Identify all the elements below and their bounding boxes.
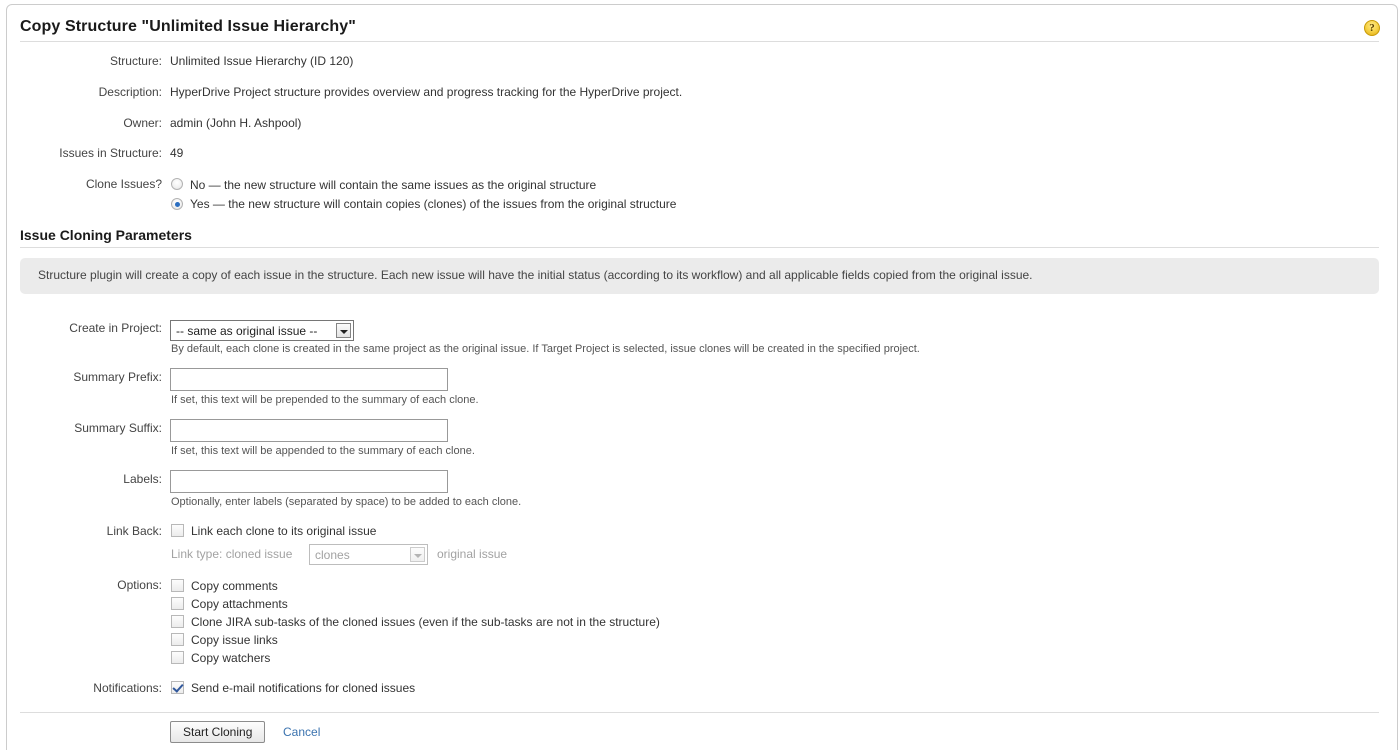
- option-copy-attachments-label: Copy attachments: [191, 597, 288, 611]
- radio-clone-yes[interactable]: [171, 198, 183, 210]
- section-title-cloning-parameters: Issue Cloning Parameters: [20, 227, 192, 243]
- link-type-prefix-label: Link type: cloned issue: [171, 547, 293, 561]
- footer-divider: [20, 712, 1379, 713]
- page-title: Copy Structure "Unlimited Issue Hierarch…: [20, 18, 356, 35]
- summary-prefix-hint: If set, this text will be prepended to t…: [171, 394, 479, 406]
- option-copy-comments-label: Copy comments: [191, 579, 278, 593]
- owner-value: admin (John H. Ashpool): [170, 116, 302, 130]
- section-divider: [20, 247, 1379, 248]
- title-divider: [20, 41, 1379, 42]
- option-copy-watchers-label: Copy watchers: [191, 651, 271, 665]
- structure-label: Structure:: [109, 54, 162, 68]
- option-clone-subtasks-checkbox[interactable]: [171, 615, 184, 628]
- page-content: Copy Structure "Unlimited Issue Hierarch…: [0, 0, 1399, 750]
- clone-issues-label: Clone Issues?: [85, 177, 162, 191]
- create-in-project-select-value: -- same as original issue --: [176, 323, 318, 338]
- radio-clone-yes-label: Yes — the new structure will contain cop…: [190, 197, 677, 211]
- owner-label: Owner:: [123, 116, 162, 130]
- cancel-link[interactable]: Cancel: [283, 725, 320, 739]
- link-type-suffix-label: original issue: [437, 547, 508, 561]
- create-in-project-select[interactable]: -- same as original issue --: [170, 320, 354, 341]
- options-label: Options:: [117, 578, 162, 592]
- summary-prefix-input[interactable]: [170, 368, 448, 391]
- chevron-down-icon: [336, 323, 351, 338]
- description-label: Description:: [98, 85, 162, 99]
- radio-clone-no[interactable]: [171, 178, 183, 190]
- copy-structure-page: Copy Structure "Unlimited Issue Hierarch…: [0, 0, 1399, 750]
- issues-in-structure-label: Issues in Structure:: [59, 146, 162, 160]
- summary-prefix-label: Summary Prefix:: [73, 370, 162, 384]
- option-copy-issue-links-label: Copy issue links: [191, 633, 278, 647]
- notifications-label: Notifications:: [93, 681, 162, 695]
- summary-suffix-hint: If set, this text will be appended to th…: [171, 445, 475, 457]
- labels-hint: Optionally, enter labels (separated by s…: [171, 496, 522, 508]
- issues-in-structure-value: 49: [170, 146, 184, 160]
- link-back-checkbox[interactable]: [171, 524, 184, 537]
- radio-clone-no-label: No — the new structure will contain the …: [190, 178, 597, 192]
- link-type-select-value: clones: [315, 547, 350, 562]
- help-icon-glyph: ?: [1369, 22, 1375, 34]
- info-banner-text: Structure plugin will create a copy of e…: [38, 268, 1033, 282]
- summary-suffix-input[interactable]: [170, 419, 448, 442]
- link-back-checkbox-label: Link each clone to its original issue: [191, 524, 377, 538]
- labels-label: Labels:: [123, 472, 162, 486]
- link-type-select[interactable]: clones: [309, 544, 428, 565]
- link-back-label: Link Back:: [106, 524, 162, 538]
- create-in-project-hint: By default, each clone is created in the…: [171, 343, 920, 355]
- option-clone-subtasks-label: Clone JIRA sub-tasks of the cloned issue…: [191, 615, 660, 629]
- create-in-project-label: Create in Project:: [69, 321, 162, 335]
- labels-input[interactable]: [170, 470, 448, 493]
- option-copy-watchers-checkbox[interactable]: [171, 651, 184, 664]
- option-copy-comments-checkbox[interactable]: [171, 579, 184, 592]
- chevron-down-icon: [410, 547, 425, 562]
- structure-value: Unlimited Issue Hierarchy (ID 120): [170, 54, 354, 68]
- option-copy-attachments-checkbox[interactable]: [171, 597, 184, 610]
- start-cloning-button[interactable]: Start Cloning: [170, 721, 266, 743]
- info-banner: Structure plugin will create a copy of e…: [20, 258, 1379, 294]
- help-question-icon[interactable]: ?: [1364, 20, 1380, 36]
- description-value: HyperDrive Project structure provides ov…: [170, 85, 683, 99]
- option-copy-issue-links-checkbox[interactable]: [171, 633, 184, 646]
- notifications-checkbox-label: Send e-mail notifications for cloned iss…: [191, 681, 416, 695]
- notifications-checkbox[interactable]: [171, 681, 184, 694]
- summary-suffix-label: Summary Suffix:: [74, 421, 162, 435]
